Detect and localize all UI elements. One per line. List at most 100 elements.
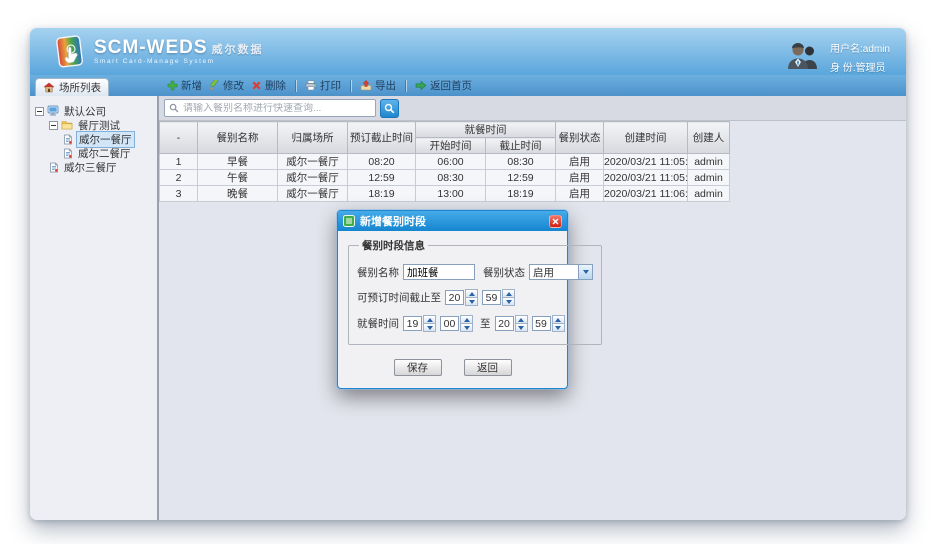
spinner-up-icon[interactable] xyxy=(515,315,528,324)
table-cell: 3 xyxy=(160,186,198,202)
sidebar: 默认公司餐厅测试威尔一餐厅威尔二餐厅威尔三餐厅 xyxy=(30,96,159,520)
export-icon xyxy=(360,80,372,91)
to-label: 至 xyxy=(480,316,491,331)
header-creator: 创建人 xyxy=(688,122,730,154)
avatar xyxy=(786,42,822,72)
meal-status-label: 餐别状态 xyxy=(483,265,525,280)
page-icon xyxy=(63,148,73,159)
header-created: 创建时间 xyxy=(604,122,688,154)
table-cell: 启用 xyxy=(556,170,604,186)
table-cell: 08:30 xyxy=(486,154,556,170)
sidebar-tab-strip: 场所列表 xyxy=(30,75,159,96)
header-index: - xyxy=(160,122,198,154)
tree-item-label[interactable]: 威尔二餐厅 xyxy=(76,146,133,161)
booking-deadline-row: 可预订时间截止至 20 59 xyxy=(357,289,593,306)
spinner-value[interactable]: 20 xyxy=(495,316,514,331)
meal-status-value: 启用 xyxy=(533,265,554,280)
toolbar-button-delete[interactable]: 删除 xyxy=(251,78,286,93)
user-text: 用户名:admin 身 份:管理员 xyxy=(830,36,890,78)
meal-name-label: 餐别名称 xyxy=(357,265,399,280)
table-cell: 13:00 xyxy=(416,186,486,202)
table-row[interactable]: 1早餐威尔一餐厅08:2006:0008:30启用2020/03/21 11:0… xyxy=(160,154,730,170)
toolbar-button-label: 新增 xyxy=(181,78,202,93)
tab-place-list[interactable]: 场所列表 xyxy=(35,78,109,96)
tab-place-list-label: 场所列表 xyxy=(59,80,101,95)
spinner-down-icon[interactable] xyxy=(552,324,565,332)
tree-item-label[interactable]: 威尔三餐厅 xyxy=(62,160,119,175)
spinner-down-icon[interactable] xyxy=(423,324,436,332)
spinner-value[interactable]: 00 xyxy=(440,316,459,331)
dialog-titlebar[interactable]: 新增餐别时段 xyxy=(338,211,567,231)
spinner-value[interactable]: 20 xyxy=(445,290,464,305)
dining-end-minute-spinner[interactable]: 59 xyxy=(532,315,565,332)
booking-deadline-hour-spinner[interactable]: 20 xyxy=(445,289,478,306)
folder-icon xyxy=(61,120,73,130)
table-row[interactable]: 2午餐威尔一餐厅12:5908:3012:59启用2020/03/21 11:0… xyxy=(160,170,730,186)
table-cell: admin xyxy=(688,154,730,170)
dining-start-minute-spinner[interactable]: 00 xyxy=(440,315,473,332)
dining-end-hour-spinner[interactable]: 20 xyxy=(495,315,528,332)
tab-toolbar-band: 场所列表 新增修改删除 打印 导出 返回首页 xyxy=(30,75,906,96)
dialog-close-button[interactable] xyxy=(549,215,562,228)
dialog-body: 餐别时段信息 餐别名称 餐别状态 启用 可预订时间截止至 20 xyxy=(338,231,567,388)
meal-period-fieldset: 餐别时段信息 餐别名称 餐别状态 启用 可预订时间截止至 20 xyxy=(348,238,602,345)
spinner-down-icon[interactable] xyxy=(515,324,528,332)
dining-start-hour-spinner[interactable]: 19 xyxy=(403,315,436,332)
toolbar-button-export[interactable]: 导出 xyxy=(360,78,396,93)
toolbar-button-label: 返回首页 xyxy=(430,78,472,93)
spinner-value[interactable]: 19 xyxy=(403,316,422,331)
collapse-icon[interactable] xyxy=(49,121,58,130)
chevron-down-icon[interactable] xyxy=(578,265,592,279)
page-icon xyxy=(63,134,73,145)
tree-item-2[interactable]: 威尔一餐厅 xyxy=(30,132,157,146)
toolbar-button-print[interactable]: 打印 xyxy=(305,78,341,93)
table-cell: 威尔一餐厅 xyxy=(278,154,348,170)
toolbar-button-edit[interactable]: 修改 xyxy=(209,78,244,93)
tree-item-4[interactable]: 威尔三餐厅 xyxy=(30,160,157,174)
spinner-down-icon[interactable] xyxy=(465,298,478,306)
search-button[interactable] xyxy=(380,99,399,118)
table-cell: 18:19 xyxy=(486,186,556,202)
search-button-icon xyxy=(384,103,395,114)
spinner-down-icon[interactable] xyxy=(460,324,473,332)
home-arrow-icon xyxy=(415,80,427,91)
header-booking-deadline: 预订截止时间 xyxy=(348,122,416,154)
toolbar-button-add[interactable]: 新增 xyxy=(167,78,202,93)
house-icon xyxy=(43,82,55,93)
search-icon xyxy=(169,103,179,113)
spinner-up-icon[interactable] xyxy=(465,289,478,298)
spinner-up-icon[interactable] xyxy=(502,289,515,298)
edit-icon xyxy=(209,80,220,91)
toolbar-separator xyxy=(405,80,406,92)
meal-name-field[interactable] xyxy=(403,264,475,280)
spinner-value[interactable]: 59 xyxy=(482,290,501,305)
logo-text: SCM-WEDS威尔数据 Smart Card-Manage System xyxy=(94,38,264,66)
header-start-time: 开始时间 xyxy=(416,138,486,154)
back-button[interactable]: 返回 xyxy=(464,359,512,376)
dining-time-label: 就餐时间 xyxy=(357,316,399,331)
save-button[interactable]: 保存 xyxy=(394,359,442,376)
logo: SCM-WEDS威尔数据 Smart Card-Manage System xyxy=(52,33,264,71)
fieldset-legend: 餐别时段信息 xyxy=(359,238,428,253)
table-cell: 午餐 xyxy=(198,170,278,186)
toolbar-button-home-arrow[interactable]: 返回首页 xyxy=(415,78,472,93)
spinner-down-icon[interactable] xyxy=(502,298,515,306)
table-cell: 启用 xyxy=(556,186,604,202)
close-icon xyxy=(552,218,559,225)
meal-status-select[interactable]: 启用 xyxy=(529,264,593,280)
tree-item-label[interactable]: 默认公司 xyxy=(62,104,108,119)
table-header: - 餐别名称 归属场所 预订截止时间 就餐时间 餐别状态 创建时间 创建人 开始… xyxy=(160,122,730,154)
dining-time-row: 就餐时间 19 00 至 20 xyxy=(357,315,593,332)
table-cell: 威尔一餐厅 xyxy=(278,170,348,186)
tree-item-3[interactable]: 威尔二餐厅 xyxy=(30,146,157,160)
spinner-up-icon[interactable] xyxy=(423,315,436,324)
spinner-up-icon[interactable] xyxy=(552,315,565,324)
tree-item-0[interactable]: 默认公司 xyxy=(30,104,157,118)
table-row[interactable]: 3晚餐威尔一餐厅18:1913:0018:19启用2020/03/21 11:0… xyxy=(160,186,730,202)
spinner-up-icon[interactable] xyxy=(460,315,473,324)
meal-name-row: 餐别名称 餐别状态 启用 xyxy=(357,264,593,280)
search-input[interactable] xyxy=(183,103,371,114)
booking-deadline-minute-spinner[interactable]: 59 xyxy=(482,289,515,306)
collapse-icon[interactable] xyxy=(35,107,44,116)
spinner-value[interactable]: 59 xyxy=(532,316,551,331)
